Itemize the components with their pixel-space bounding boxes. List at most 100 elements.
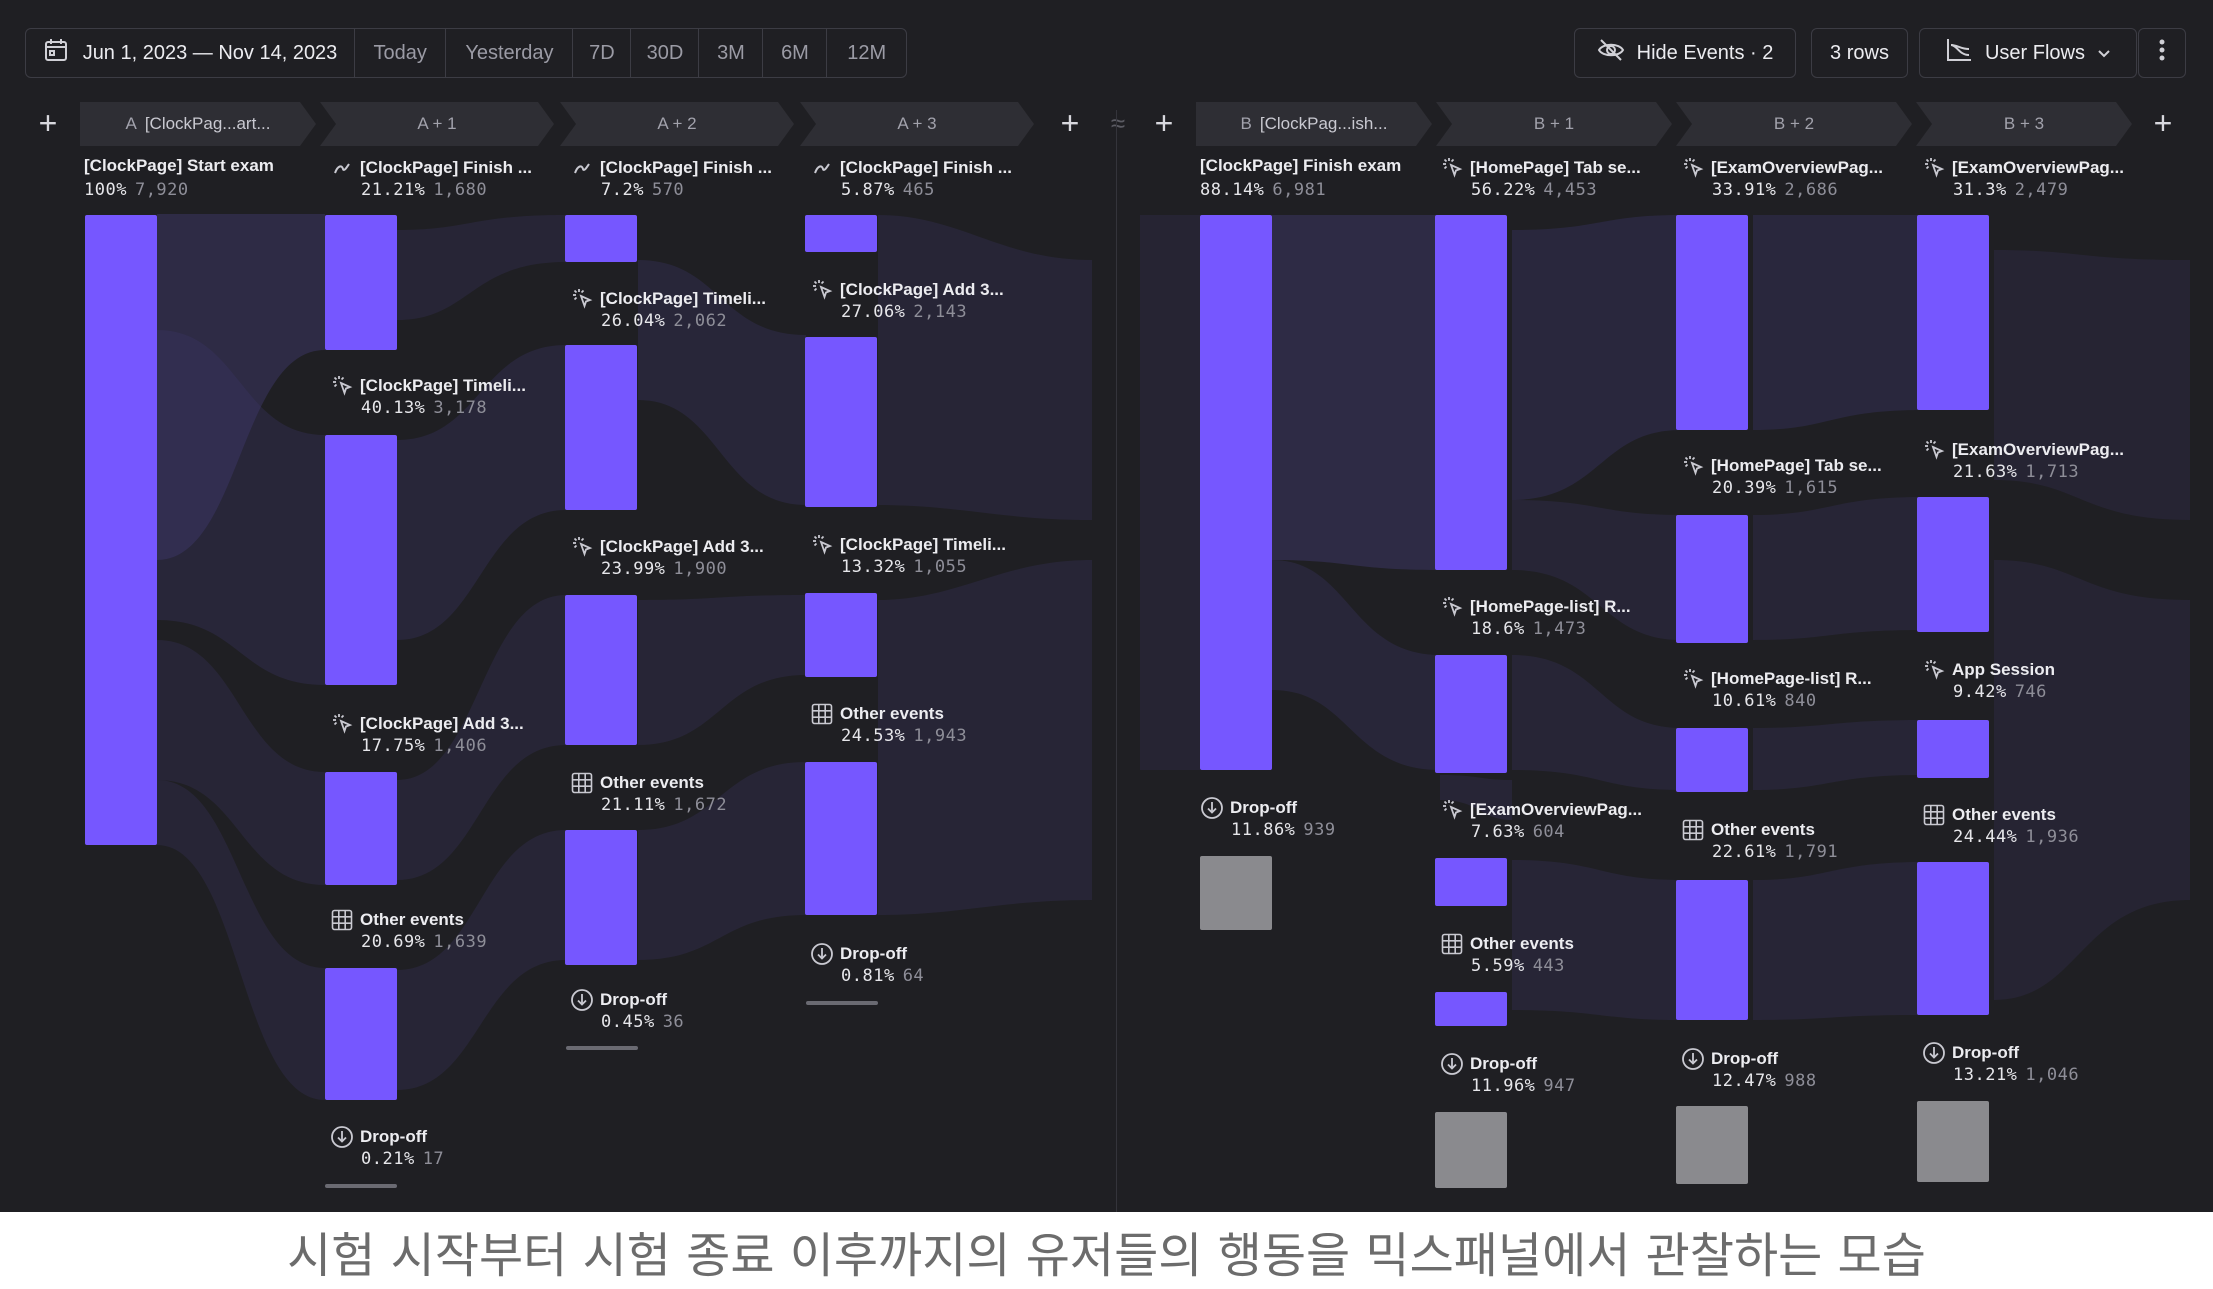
column-b2-name: B + 2 bbox=[1773, 114, 1815, 133]
node-label[interactable]: [ClockPage] Finish ... bbox=[570, 156, 772, 180]
column-a1-header[interactable]: A + 1 bbox=[320, 102, 554, 146]
node-stats: 0.21% 17 bbox=[361, 1149, 444, 1169]
add-step-end-button[interactable]: + bbox=[2147, 107, 2179, 140]
node-bar[interactable] bbox=[1435, 215, 1507, 570]
node-count: 1,046 bbox=[2025, 1065, 2080, 1085]
node-label[interactable]: [ClockPage] Add 3... bbox=[810, 278, 1004, 302]
node-label[interactable]: Drop-off bbox=[810, 942, 907, 966]
node-label[interactable]: [ExamOverviewPag... bbox=[1440, 798, 1642, 822]
node-label[interactable]: [HomePage-list] R... bbox=[1681, 667, 1872, 691]
column-a2-header[interactable]: A + 2 bbox=[560, 102, 794, 146]
node-label[interactable]: [ClockPage] Add 3... bbox=[570, 535, 764, 559]
node-label[interactable]: Other events bbox=[1440, 932, 1574, 956]
node-bar[interactable] bbox=[1200, 215, 1272, 770]
node-bar[interactable] bbox=[325, 435, 397, 685]
node-bar[interactable] bbox=[325, 968, 397, 1100]
node-count: 570 bbox=[651, 180, 685, 200]
node-label[interactable]: Drop-off bbox=[330, 1125, 427, 1149]
node-bar[interactable] bbox=[1435, 858, 1507, 906]
node-count: 1,406 bbox=[433, 736, 488, 756]
node-bar[interactable] bbox=[1676, 215, 1748, 430]
node-stats: 9.42% 746 bbox=[1953, 682, 2047, 702]
column-a-name: [ClockPag...art... bbox=[144, 114, 271, 133]
node-label[interactable]: [ClockPage] Timeli... bbox=[810, 533, 1006, 557]
node-bar[interactable] bbox=[85, 215, 157, 845]
column-b-header[interactable]: B [ClockPag...ish... bbox=[1196, 102, 1432, 146]
click-icon bbox=[1440, 798, 1464, 822]
node-bar[interactable] bbox=[565, 830, 637, 965]
node-label[interactable]: Other events bbox=[570, 771, 704, 795]
add-step-before-button[interactable]: + bbox=[32, 107, 64, 140]
node-bar[interactable] bbox=[1676, 880, 1748, 1020]
node-label[interactable]: Drop-off bbox=[1200, 796, 1297, 820]
node-label[interactable]: Other events bbox=[330, 908, 464, 932]
node-label[interactable]: [HomePage-list] R... bbox=[1440, 595, 1631, 619]
add-step-after-a-button[interactable]: + bbox=[1054, 107, 1086, 140]
dropoff-bar[interactable] bbox=[1435, 1112, 1507, 1188]
node-stats: 27.06% 2,143 bbox=[841, 302, 967, 322]
node-stats: 26.04% 2,062 bbox=[601, 311, 727, 331]
node-label[interactable]: [HomePage] Tab se... bbox=[1440, 156, 1641, 180]
node-label[interactable]: Drop-off bbox=[1922, 1041, 2019, 1065]
node-label[interactable]: [ExamOverviewPag... bbox=[1922, 156, 2124, 180]
dropoff-bar[interactable] bbox=[1917, 1101, 1989, 1182]
node-stats: 7.2% 570 bbox=[601, 180, 684, 200]
node-percent: 13.21% bbox=[1953, 1065, 2018, 1085]
node-stats: 0.45% 36 bbox=[601, 1012, 684, 1032]
column-b3-header[interactable]: B + 3 bbox=[1916, 102, 2132, 146]
node-label[interactable]: Other events bbox=[1922, 803, 2056, 827]
node-stats: 11.96% 947 bbox=[1471, 1076, 1576, 1096]
node-bar[interactable] bbox=[565, 595, 637, 745]
node-bar[interactable] bbox=[565, 215, 637, 262]
node-label[interactable]: [ClockPage] Start exam bbox=[84, 156, 274, 176]
node-count: 939 bbox=[1303, 820, 1336, 840]
node-bar[interactable] bbox=[1917, 497, 1989, 632]
column-a3-header[interactable]: A + 3 bbox=[800, 102, 1034, 146]
node-bar[interactable] bbox=[805, 215, 877, 252]
scroll-indicator-a1[interactable] bbox=[325, 1184, 397, 1188]
node-label[interactable]: App Session bbox=[1922, 658, 2055, 682]
node-title: [ClockPage] Timeli... bbox=[360, 376, 526, 395]
node-label[interactable]: Other events bbox=[810, 702, 944, 726]
node-label[interactable]: Drop-off bbox=[1681, 1047, 1778, 1071]
column-b1-header[interactable]: B + 1 bbox=[1436, 102, 1672, 146]
node-bar[interactable] bbox=[325, 215, 397, 350]
node-label[interactable]: [ClockPage] Finish ... bbox=[810, 156, 1012, 180]
node-label[interactable]: [HomePage] Tab se... bbox=[1681, 454, 1882, 478]
node-bar[interactable] bbox=[1917, 862, 1989, 1015]
node-stats: 13.21% 1,046 bbox=[1953, 1065, 2079, 1085]
node-label[interactable]: [ClockPage] Add 3... bbox=[330, 712, 524, 736]
node-bar[interactable] bbox=[805, 762, 877, 915]
node-bar[interactable] bbox=[805, 337, 877, 507]
node-count: 1,615 bbox=[1784, 478, 1839, 498]
node-label[interactable]: [ClockPage] Timeli... bbox=[570, 287, 766, 311]
node-label[interactable]: Drop-off bbox=[1440, 1052, 1537, 1076]
node-label[interactable]: [ClockPage] Finish exam bbox=[1200, 156, 1401, 176]
scroll-indicator-a2[interactable] bbox=[566, 1046, 638, 1050]
node-bar[interactable] bbox=[1917, 720, 1989, 778]
node-label[interactable]: Other events bbox=[1681, 818, 1815, 842]
scroll-indicator-a3[interactable] bbox=[806, 1001, 878, 1005]
column-a-header[interactable]: A [ClockPag...art... bbox=[80, 102, 316, 146]
dropoff-bar[interactable] bbox=[1200, 856, 1272, 930]
add-step-before-b-button[interactable]: + bbox=[1148, 107, 1180, 140]
node-bar[interactable] bbox=[1676, 728, 1748, 792]
node-bar[interactable] bbox=[1917, 215, 1989, 410]
node-bar[interactable] bbox=[805, 593, 877, 677]
node-label[interactable]: Drop-off bbox=[570, 988, 667, 1012]
node-label[interactable]: [ExamOverviewPag... bbox=[1681, 156, 1883, 180]
node-label[interactable]: [ClockPage] Finish ... bbox=[330, 156, 532, 180]
node-label[interactable]: [ExamOverviewPag... bbox=[1922, 438, 2124, 462]
node-bar[interactable] bbox=[565, 345, 637, 510]
gap-divider-symbol: ≈ bbox=[1110, 108, 1126, 138]
node-bar[interactable] bbox=[1435, 655, 1507, 773]
node-bar[interactable] bbox=[1676, 515, 1748, 643]
column-b2-header[interactable]: B + 2 bbox=[1676, 102, 1912, 146]
node-bar[interactable] bbox=[325, 772, 397, 885]
node-count: 1,473 bbox=[1532, 619, 1587, 639]
dropoff-bar[interactable] bbox=[1676, 1106, 1748, 1184]
node-stats: 22.61% 1,791 bbox=[1712, 842, 1838, 862]
node-bar[interactable] bbox=[1435, 992, 1507, 1026]
node-label[interactable]: [ClockPage] Timeli... bbox=[330, 374, 526, 398]
node-stats: 33.91% 2,686 bbox=[1712, 180, 1838, 200]
